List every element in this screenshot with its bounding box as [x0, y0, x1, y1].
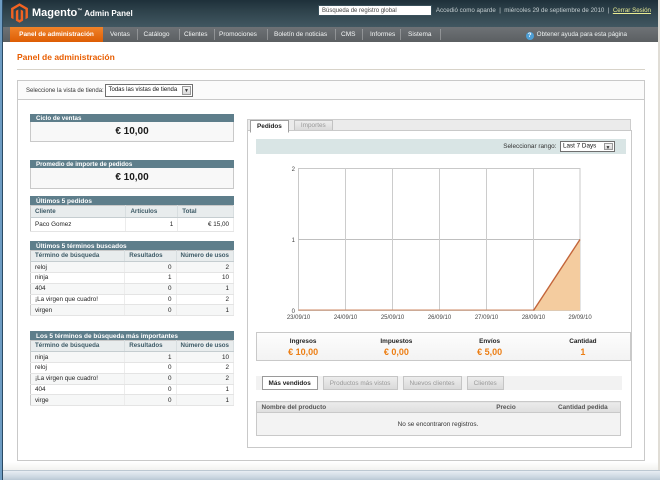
svg-text:28/09/10: 28/09/10 — [522, 315, 546, 321]
svg-text:2: 2 — [292, 167, 296, 173]
svg-text:25/09/10: 25/09/10 — [381, 315, 405, 321]
svg-text:24/09/10: 24/09/10 — [334, 315, 358, 321]
svg-text:26/09/10: 26/09/10 — [428, 315, 452, 321]
svg-text:29/09/10: 29/09/10 — [568, 315, 592, 321]
svg-text:27/09/10: 27/09/10 — [475, 315, 499, 321]
svg-text:23/09/10: 23/09/10 — [287, 315, 311, 321]
svg-text:1: 1 — [292, 238, 296, 244]
